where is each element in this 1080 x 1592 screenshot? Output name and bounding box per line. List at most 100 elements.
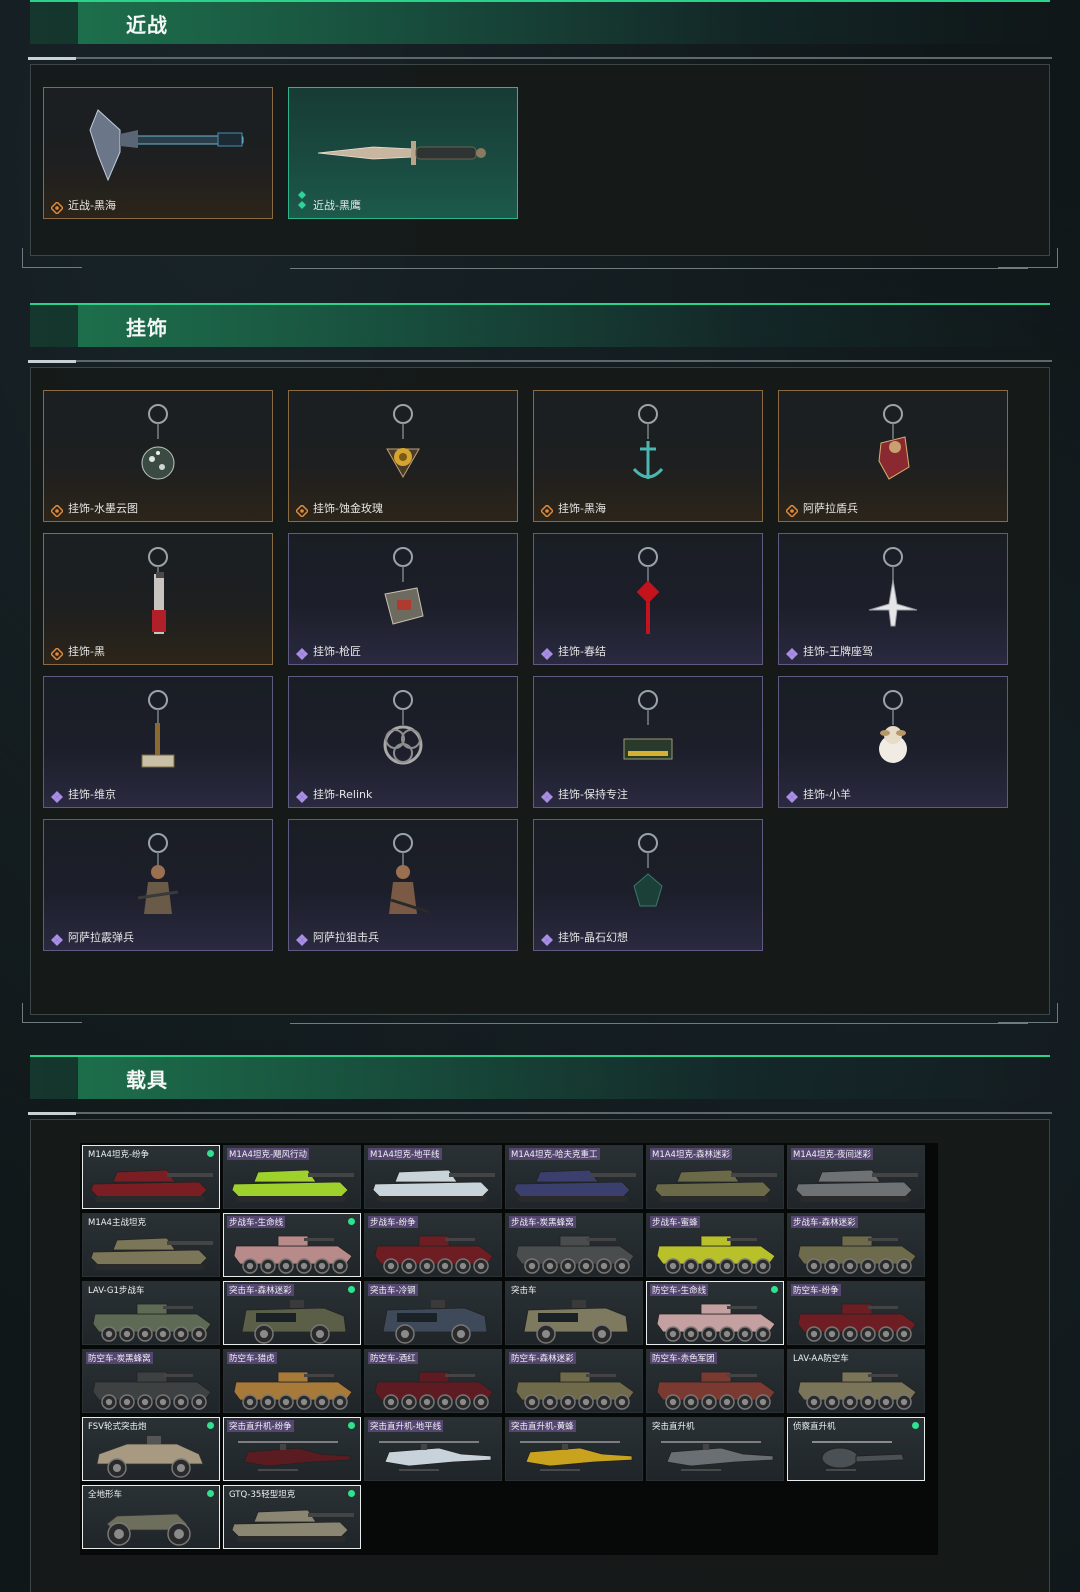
- vehicle-ifv-icon: [92, 1371, 212, 1410]
- vehicle-cell[interactable]: 突击车: [505, 1281, 643, 1345]
- item-card[interactable]: 挂饰-保持专注: [533, 676, 763, 808]
- item-card[interactable]: 挂饰-小羊: [778, 676, 1008, 808]
- item-label: 挂饰-王牌座驾: [803, 645, 873, 658]
- vehicle-cell[interactable]: 全地形车: [82, 1485, 220, 1549]
- item-card[interactable]: 挂饰-晶石幻想: [533, 819, 763, 951]
- panel-bracket-left: [22, 248, 82, 268]
- vehicle-cell[interactable]: 防空车-炭黑蜂窝: [82, 1349, 220, 1413]
- vehicle-cell[interactable]: FSV轮式突击炮: [82, 1417, 220, 1481]
- vehicle-cell[interactable]: M1A4坦克-地平线: [364, 1145, 502, 1209]
- vehicle-cell[interactable]: 步战车-纷争: [364, 1213, 502, 1277]
- vehicle-cell[interactable]: 侦察直升机: [787, 1417, 925, 1481]
- item-card[interactable]: 挂饰-王牌座驾: [778, 533, 1008, 665]
- rarity-purple-icon: [296, 788, 308, 803]
- vehicle-tank-icon: [231, 1169, 354, 1202]
- vehicle-label: M1A4坦克-哈夫克重工: [509, 1148, 600, 1160]
- rarity-gold-icon: [539, 502, 555, 519]
- vehicle-cell[interactable]: 防空车-纷争: [787, 1281, 925, 1345]
- owned-indicator: [771, 1286, 778, 1293]
- vehicle-cell[interactable]: 防空车-森林迷彩: [505, 1349, 643, 1413]
- axe-icon: [89, 109, 244, 182]
- vehicle-cell[interactable]: 突击车-森林迷彩: [223, 1281, 361, 1345]
- vehicle-cell[interactable]: 防空车-酒红: [364, 1349, 502, 1413]
- owned-indicator: [207, 1150, 214, 1157]
- vehicle-cell[interactable]: M1A4主战坦克: [82, 1213, 220, 1277]
- vehicle-mrap-icon: [241, 1300, 347, 1344]
- vehicle-label: 防空车-猎虎: [227, 1352, 277, 1364]
- vehicle-cell[interactable]: 步战车-生命线: [223, 1213, 361, 1277]
- vehicle-label: 步战车-森林迷彩: [791, 1216, 858, 1228]
- vehicle-label: 步战车-蜜蜂: [650, 1216, 700, 1228]
- vehicle-cell[interactable]: M1A4坦克-森林迷彩: [646, 1145, 784, 1209]
- vehicle-cell[interactable]: 防空车-猎虎: [223, 1349, 361, 1413]
- item-card[interactable]: 挂饰-春结: [533, 533, 763, 665]
- vehicle-ifv-icon: [92, 1303, 212, 1342]
- vehicle-cell[interactable]: 突击直升机-纷争: [223, 1417, 361, 1481]
- ornament-ball-icon: [141, 404, 175, 480]
- vehicle-label: M1A4坦克-纷争: [88, 1150, 150, 1160]
- vehicle-tank-icon: [231, 1509, 354, 1542]
- vehicle-cell[interactable]: M1A4坦克-夜间迷彩: [787, 1145, 925, 1209]
- vehicle-label: 步战车-生命线: [227, 1216, 286, 1228]
- vehicle-cell[interactable]: 突击直升机-地平线: [364, 1417, 502, 1481]
- vehicle-mrap-icon: [523, 1300, 629, 1344]
- item-label: 阿萨拉狙击兵: [313, 931, 379, 944]
- section-rule: [28, 57, 1052, 60]
- vehicle-tank-icon: [90, 1169, 213, 1202]
- item-card[interactable]: 挂饰-蚀金玫瑰: [288, 390, 518, 522]
- vehicle-cell[interactable]: M1A4坦克-哈夫克重工: [505, 1145, 643, 1209]
- rarity-gold-icon: [49, 645, 65, 662]
- section-rule: [28, 360, 1052, 363]
- vehicle-label: LAV-G1步战车: [88, 1286, 145, 1296]
- item-card[interactable]: 挂饰-枪匠: [288, 533, 518, 665]
- item-card[interactable]: 阿萨拉狙击兵: [288, 819, 518, 951]
- vehicle-label: 防空车-纷争: [791, 1284, 841, 1296]
- vehicle-tank-icon: [90, 1237, 213, 1270]
- item-card[interactable]: 挂饰-Relink: [288, 676, 518, 808]
- vehicle-ifv-icon: [233, 1371, 353, 1410]
- item-label: 挂饰-维京: [68, 788, 116, 801]
- item-card[interactable]: 挂饰-水墨云图: [43, 390, 273, 522]
- section-rule: [28, 1112, 1052, 1115]
- item-card[interactable]: 阿萨拉霰弹兵: [43, 819, 273, 951]
- vehicle-label: 全地形车: [88, 1490, 123, 1500]
- owned-indicator: [207, 1490, 214, 1497]
- vehicle-cell[interactable]: 步战车-炭黑蜂窝: [505, 1213, 643, 1277]
- vehicle-ifv-icon: [797, 1371, 917, 1410]
- vehicle-cell[interactable]: GTQ-35轻型坦克: [223, 1485, 361, 1549]
- item-card[interactable]: 阿萨拉盾兵: [778, 390, 1008, 522]
- vehicle-ifv-icon: [374, 1371, 494, 1410]
- vehicle-cell[interactable]: 防空车-赤色军团: [646, 1349, 784, 1413]
- item-card[interactable]: 近战-黑鹰: [288, 87, 518, 219]
- vehicle-cell[interactable]: 步战车-森林迷彩: [787, 1213, 925, 1277]
- vehicle-cell[interactable]: 防空车-生命线: [646, 1281, 784, 1345]
- toolbox-icon: [384, 547, 424, 625]
- vehicle-label: 突击车: [511, 1286, 537, 1296]
- vehicle-cell[interactable]: M1A4坦克-纷争: [82, 1145, 220, 1209]
- vehicle-cell[interactable]: 突击直升机: [646, 1417, 784, 1481]
- item-card[interactable]: 近战-黑海: [43, 87, 273, 219]
- rarity-gold-icon: [784, 502, 800, 519]
- vehicle-label: 步战车-炭黑蜂窝: [509, 1216, 576, 1228]
- vehicle-ifv-icon: [515, 1235, 635, 1274]
- item-card[interactable]: 挂饰-黑: [43, 533, 273, 665]
- owned-indicator: [207, 1422, 214, 1429]
- tag-icon: [623, 690, 673, 760]
- header-stub: [30, 2, 78, 44]
- vehicle-cell[interactable]: LAV-AA防空车: [787, 1349, 925, 1413]
- item-label: 近战-黑海: [68, 199, 116, 212]
- item-card[interactable]: 挂饰-黑海: [533, 390, 763, 522]
- vehicle-label: 侦察直升机: [793, 1422, 836, 1432]
- vehicle-cell[interactable]: 突击直升机-黄蜂: [505, 1417, 643, 1481]
- vehicle-cell[interactable]: LAV-G1步战车: [82, 1281, 220, 1345]
- vehicle-atv-icon: [106, 1513, 191, 1546]
- vehicle-cell[interactable]: M1A4坦克-飓风行动: [223, 1145, 361, 1209]
- vehicle-label: 防空车-生命线: [650, 1284, 709, 1296]
- item-card[interactable]: 挂饰-维京: [43, 676, 273, 808]
- vehicle-cell[interactable]: 步战车-蜜蜂: [646, 1213, 784, 1277]
- vehicle-cell[interactable]: 突击车-冷钢: [364, 1281, 502, 1345]
- lamb-icon: [879, 690, 907, 763]
- owned-indicator: [348, 1422, 355, 1429]
- vehicle-heli-icon: [379, 1441, 492, 1471]
- vehicle-tank-icon: [654, 1169, 777, 1202]
